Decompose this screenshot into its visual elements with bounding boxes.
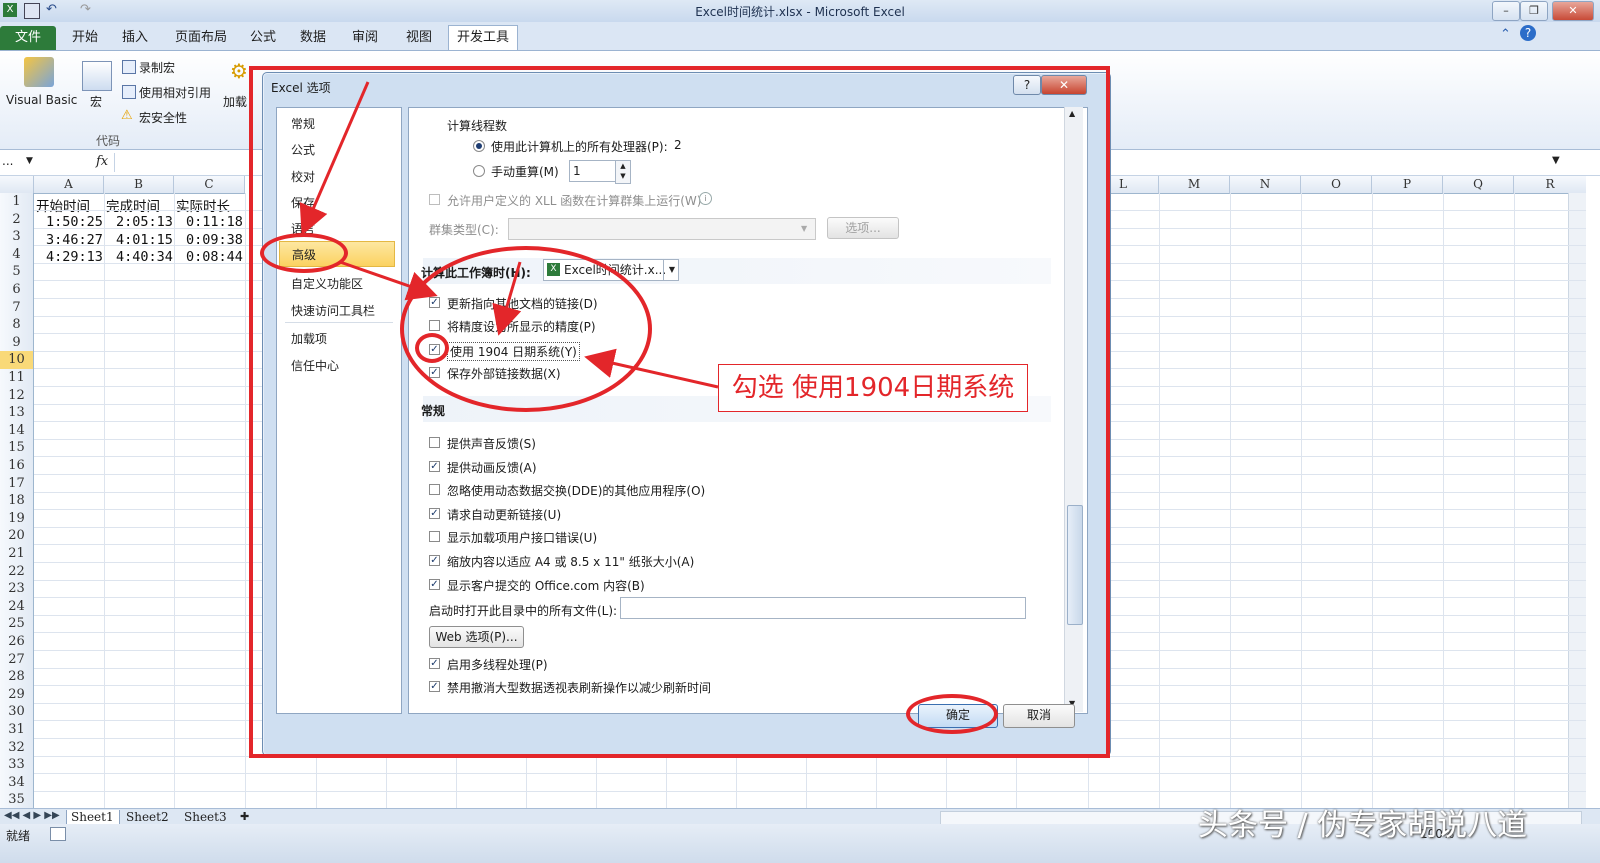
arrow-to-advanced bbox=[299, 81, 370, 236]
annotation-arrows bbox=[299, 81, 719, 389]
arrow-to-precision bbox=[492, 261, 522, 336]
arrow-to-1904-option bbox=[584, 348, 719, 389]
arrow-to-update-links bbox=[339, 260, 438, 301]
watermark: 头条号 / 伪专家胡说八道 bbox=[1198, 808, 1528, 843]
annotation-callout: 勾选 使用1904日期系统 bbox=[718, 364, 1028, 412]
